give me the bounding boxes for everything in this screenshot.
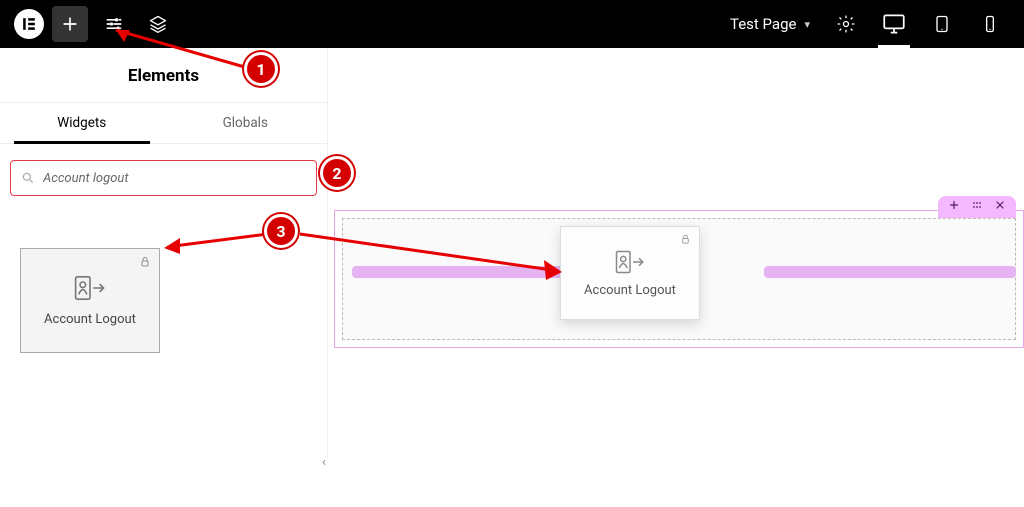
desktop-icon xyxy=(881,11,907,37)
annotation-step-1: 1 xyxy=(244,52,278,86)
annotation-step-2: 2 xyxy=(320,156,354,190)
logout-icon xyxy=(74,274,106,302)
responsive-tablet-button[interactable] xyxy=(920,0,964,48)
logout-icon xyxy=(615,249,645,275)
section-add-button[interactable] xyxy=(948,199,960,215)
annotation-arrow-3-right xyxy=(296,226,576,286)
lock-icon xyxy=(680,233,691,249)
chevron-down-icon: ▾ xyxy=(804,18,810,31)
grip-icon xyxy=(970,199,984,211)
close-icon xyxy=(994,199,1006,211)
tab-globals[interactable]: Globals xyxy=(164,103,328,143)
dragging-widget-ghost: Account Logout xyxy=(560,226,700,320)
widget-label: Account Logout xyxy=(44,312,136,327)
elementor-logo-icon xyxy=(19,14,39,34)
search-widget-input[interactable] xyxy=(43,171,306,186)
section-delete-button[interactable] xyxy=(994,199,1006,215)
responsive-desktop-button[interactable] xyxy=(872,0,916,48)
page-title-text: Test Page xyxy=(730,15,796,33)
add-widget-button[interactable] xyxy=(52,6,88,42)
ghost-widget-label: Account Logout xyxy=(584,283,676,298)
section-drag-handle[interactable] xyxy=(970,199,984,215)
widget-account-logout[interactable]: Account Logout xyxy=(20,248,160,353)
section-controls xyxy=(938,196,1016,218)
gear-icon xyxy=(836,14,856,34)
panel-collapse-handle[interactable]: ‹ xyxy=(322,455,326,470)
panel-tabs: Widgets Globals xyxy=(0,102,327,144)
elementor-logo[interactable] xyxy=(14,9,44,39)
topbar-right: Test Page ▾ xyxy=(720,0,1024,48)
annotation-arrow-1 xyxy=(100,22,260,82)
search-widget-wrap xyxy=(10,160,317,196)
search-icon xyxy=(21,171,35,185)
annotation-step-3: 3 xyxy=(264,214,298,248)
lock-icon xyxy=(139,255,151,272)
annotation-arrow-3-left xyxy=(160,228,280,258)
drop-indicator-right xyxy=(764,266,1016,278)
responsive-mobile-button[interactable] xyxy=(968,0,1012,48)
tab-widgets[interactable]: Widgets xyxy=(0,103,164,143)
page-selector[interactable]: Test Page ▾ xyxy=(720,15,820,33)
plus-icon xyxy=(60,14,80,34)
mobile-icon xyxy=(980,14,1000,34)
tablet-icon xyxy=(932,14,952,34)
page-settings-button[interactable] xyxy=(824,0,868,48)
plus-icon xyxy=(948,199,960,211)
